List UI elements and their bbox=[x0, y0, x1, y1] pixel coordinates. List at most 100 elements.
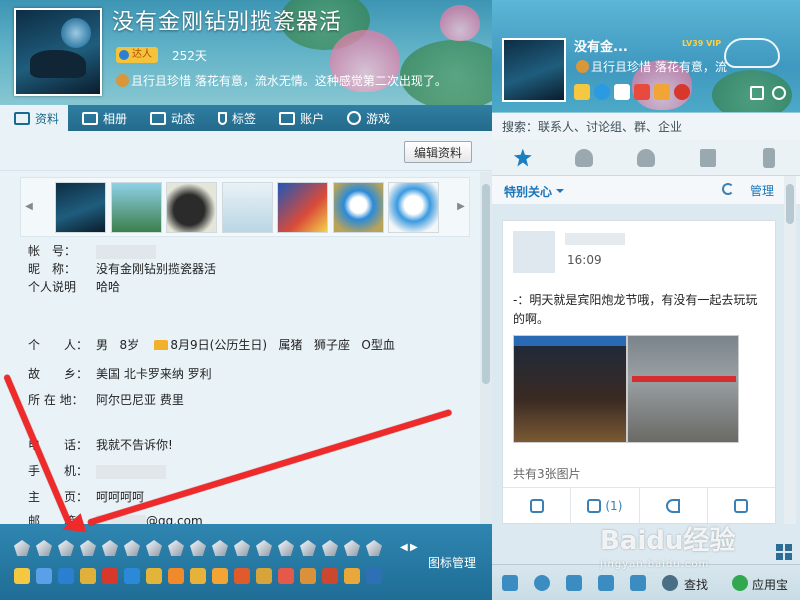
tab-special-care[interactable] bbox=[492, 140, 554, 175]
user-avatar[interactable] bbox=[502, 38, 566, 102]
service-icon[interactable] bbox=[278, 568, 294, 584]
feed-image[interactable] bbox=[513, 335, 627, 443]
diamond-service-icon[interactable] bbox=[146, 540, 162, 556]
gift-button[interactable] bbox=[708, 488, 775, 523]
manage-link[interactable]: 管理 bbox=[750, 182, 774, 199]
search-input[interactable] bbox=[492, 113, 800, 141]
tab-tags[interactable]: 标签 bbox=[204, 105, 265, 131]
speaker-icon[interactable] bbox=[566, 575, 582, 591]
feed-image[interactable] bbox=[627, 335, 739, 443]
diamond-service-icon[interactable] bbox=[80, 540, 96, 556]
like-button[interactable] bbox=[503, 488, 572, 523]
photo-thumbnail[interactable] bbox=[111, 182, 162, 233]
service-icon[interactable] bbox=[256, 568, 272, 584]
diamond-service-icon[interactable] bbox=[256, 540, 272, 556]
icons-next-button[interactable]: ▶ bbox=[410, 542, 418, 553]
profile-avatar[interactable] bbox=[14, 8, 102, 96]
refresh-icon[interactable] bbox=[722, 183, 734, 195]
diamond-service-icon[interactable] bbox=[234, 540, 250, 556]
field-label: 昵 称： bbox=[28, 262, 77, 276]
homepage-value[interactable]: 呵呵呵呵 bbox=[96, 488, 144, 506]
qzone-icon[interactable] bbox=[594, 84, 610, 100]
service-icon[interactable] bbox=[322, 568, 338, 584]
service-icon[interactable] bbox=[168, 568, 184, 584]
tab-contacts[interactable] bbox=[554, 140, 616, 175]
service-icon[interactable] bbox=[124, 568, 140, 584]
field-label: 帐 号： bbox=[28, 244, 77, 258]
tab-album[interactable]: 相册 bbox=[68, 105, 136, 131]
profile-scrollbar[interactable] bbox=[480, 172, 492, 524]
diamond-service-icon[interactable] bbox=[322, 540, 338, 556]
service-icon[interactable] bbox=[14, 568, 30, 584]
service-icon[interactable] bbox=[190, 568, 206, 584]
service-icon[interactable] bbox=[344, 568, 360, 584]
diamond-service-icon[interactable] bbox=[124, 540, 140, 556]
field-label: 所 在 地： bbox=[28, 393, 84, 407]
diamond-service-icon[interactable] bbox=[300, 540, 316, 556]
diamond-service-icon[interactable] bbox=[344, 540, 360, 556]
service-icon[interactable] bbox=[102, 568, 118, 584]
settings-gear-icon[interactable] bbox=[534, 575, 550, 591]
photo-thumbnail[interactable] bbox=[222, 182, 273, 233]
photo-thumbnail[interactable] bbox=[277, 182, 328, 233]
tab-profile[interactable]: 资料 bbox=[0, 105, 69, 131]
photo-thumbnail[interactable] bbox=[166, 182, 217, 233]
tab-feed[interactable]: 动态 bbox=[136, 105, 204, 131]
photo-thumbnail[interactable] bbox=[333, 182, 384, 233]
service-icon[interactable] bbox=[146, 568, 162, 584]
tab-games[interactable]: 游戏 bbox=[333, 105, 399, 131]
tab-groups[interactable] bbox=[615, 140, 677, 175]
diamond-service-icon[interactable] bbox=[58, 540, 74, 556]
service-icon[interactable] bbox=[212, 568, 228, 584]
service-icon[interactable] bbox=[80, 568, 96, 584]
diamond-service-icon[interactable] bbox=[14, 540, 30, 556]
strip-prev-button[interactable]: ◀ bbox=[21, 178, 37, 236]
wallet-icon[interactable] bbox=[654, 84, 670, 100]
user-name[interactable]: 没有金... bbox=[574, 36, 628, 55]
service-icon[interactable] bbox=[36, 568, 52, 584]
profile-signature[interactable]: 且行且珍惜 落花有意，流水无情。这种感觉第二次出现了。 bbox=[116, 72, 447, 89]
user-signature[interactable]: 且行且珍惜 落花有意，流 bbox=[576, 58, 746, 75]
field-label: 个人说明 bbox=[28, 280, 77, 294]
friend-name[interactable] bbox=[565, 233, 625, 245]
tab-messages[interactable] bbox=[677, 140, 739, 175]
tab-devices[interactable] bbox=[738, 140, 800, 175]
skin-icon[interactable] bbox=[750, 86, 764, 100]
status-icons bbox=[574, 84, 690, 100]
talent-badge[interactable]: 达人 bbox=[116, 47, 158, 63]
feed-text: -：明天就是宾阳炮龙节哦，有没有一起去玩玩的啊。 bbox=[513, 293, 758, 326]
share-button[interactable] bbox=[640, 488, 708, 523]
diamond-service-icon[interactable] bbox=[278, 540, 294, 556]
service-icon[interactable] bbox=[300, 568, 316, 584]
friend-avatar[interactable] bbox=[513, 231, 555, 273]
icons-prev-button[interactable]: ◀ bbox=[400, 542, 408, 553]
service-icon[interactable] bbox=[366, 568, 382, 584]
strip-next-button[interactable]: ▶ bbox=[453, 178, 469, 236]
message-box-icon[interactable] bbox=[772, 86, 786, 100]
edit-profile-button[interactable]: 编辑资料 bbox=[404, 141, 472, 163]
star-icon[interactable] bbox=[574, 84, 590, 100]
profile-tab-bar: 资料 相册 动态 标签 账户 游戏 bbox=[0, 105, 492, 131]
menu-icon[interactable] bbox=[502, 575, 518, 591]
diamond-service-icon[interactable] bbox=[212, 540, 228, 556]
gift-icon[interactable] bbox=[634, 84, 650, 100]
feed-scrollbar[interactable] bbox=[784, 176, 796, 524]
service-icons bbox=[14, 532, 424, 594]
service-icon[interactable] bbox=[234, 568, 250, 584]
mail-icon[interactable] bbox=[614, 84, 630, 100]
icon-manage-link[interactable]: 图标管理 bbox=[428, 554, 476, 571]
comment-button[interactable]: (1) bbox=[571, 488, 640, 523]
vip-level-badge[interactable]: LV39 VIP bbox=[682, 39, 721, 48]
diamond-service-icon[interactable] bbox=[36, 540, 52, 556]
tab-account[interactable]: 账户 bbox=[265, 105, 333, 131]
game-center-icon[interactable] bbox=[674, 84, 690, 100]
diamond-service-icon[interactable] bbox=[102, 540, 118, 556]
special-care-dropdown[interactable]: 特别关心 bbox=[504, 183, 564, 200]
photo-thumbnail[interactable] bbox=[55, 182, 106, 233]
photo-thumbnail[interactable] bbox=[388, 182, 439, 233]
weather-cloud-icon[interactable] bbox=[724, 38, 780, 68]
service-icon[interactable] bbox=[58, 568, 74, 584]
diamond-service-icon[interactable] bbox=[190, 540, 206, 556]
diamond-service-icon[interactable] bbox=[168, 540, 184, 556]
diamond-service-icon[interactable] bbox=[366, 540, 382, 556]
